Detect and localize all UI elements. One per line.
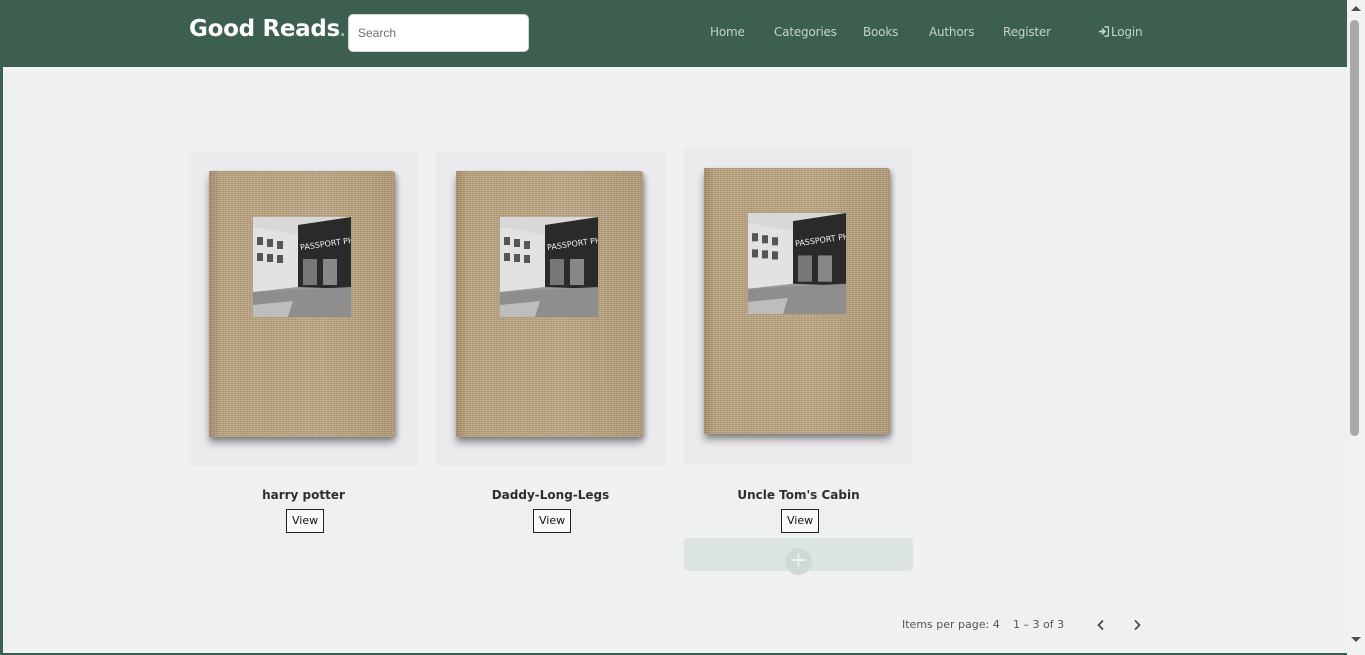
chevron-left-icon xyxy=(1097,619,1104,631)
scroll-down-arrow-icon[interactable] xyxy=(1351,637,1361,642)
cover-photo: PASSPORT PHOTOS xyxy=(500,217,598,317)
book-title: Daddy-Long-Legs xyxy=(491,488,610,502)
cover-photo: PASSPORT PHOTOS xyxy=(253,217,351,317)
view-button[interactable]: View xyxy=(781,509,820,533)
book-cover-image: PASSPORT PHOTOS xyxy=(704,168,890,434)
scroll-up-arrow-icon[interactable] xyxy=(1351,6,1361,11)
nav-books[interactable]: Books xyxy=(863,25,898,39)
book-cover[interactable]: PASSPORT PHOTOS xyxy=(189,151,418,466)
brand-dot: . xyxy=(339,24,345,40)
view-button[interactable]: View xyxy=(286,509,325,533)
nav-home[interactable]: Home xyxy=(710,25,745,39)
chevron-right-icon xyxy=(1134,619,1141,631)
nav-login[interactable]: Login xyxy=(1098,25,1143,40)
search-input[interactable] xyxy=(348,14,529,52)
previous-page-button[interactable] xyxy=(1089,613,1113,637)
book-cover[interactable]: PASSPORT PHOTOS xyxy=(436,151,666,466)
vertical-scrollbar[interactable] xyxy=(1347,0,1365,655)
book-title: harry potter xyxy=(262,488,345,502)
plus-icon: + xyxy=(785,548,812,575)
nav-categories[interactable]: Categories xyxy=(774,25,837,39)
nav-authors[interactable]: Authors xyxy=(929,25,974,39)
items-per-page-label: Items per page: 4 xyxy=(902,618,1000,631)
brand-text: Good Reads xyxy=(189,16,340,42)
login-icon xyxy=(1098,26,1110,40)
book-cover-image: PASSPORT PHOTOS xyxy=(209,171,395,437)
nav-register[interactable]: Register xyxy=(1003,25,1051,39)
brand-logo[interactable]: Good Reads. xyxy=(189,16,345,42)
book-cover-image: PASSPORT PHOTOS xyxy=(456,171,643,437)
page-range-label: 1 – 3 of 3 xyxy=(1013,618,1065,631)
view-button[interactable]: View xyxy=(533,509,572,533)
add-book-button[interactable]: + xyxy=(684,538,913,575)
scroll-thumb[interactable] xyxy=(1350,20,1359,436)
login-label: Login xyxy=(1111,25,1143,39)
book-cover[interactable]: PASSPORT PHOTOS xyxy=(684,148,913,464)
cover-photo: PASSPORT PHOTOS xyxy=(748,213,846,314)
next-page-button[interactable] xyxy=(1125,613,1149,637)
book-title: Uncle Tom's Cabin xyxy=(737,488,860,502)
navbar: Good Reads. Home Categories Books Author… xyxy=(0,0,1347,67)
